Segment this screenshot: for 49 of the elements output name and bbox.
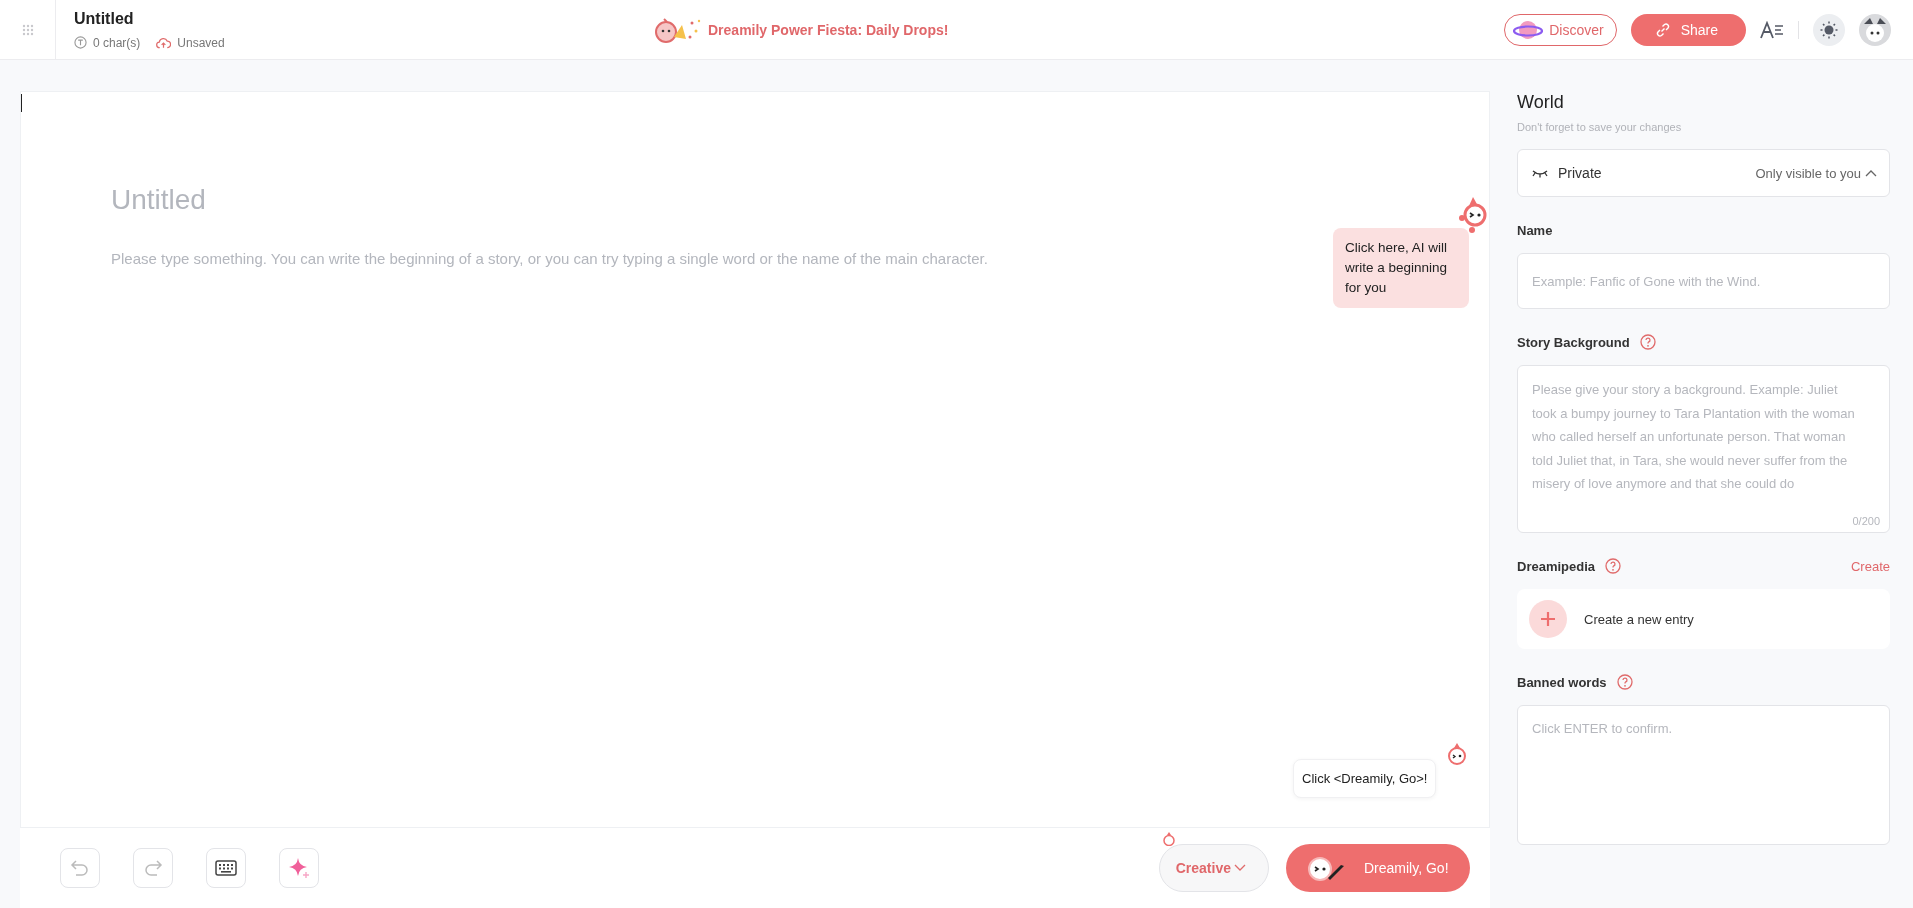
chevron-down-icon: [1234, 864, 1246, 872]
visibility-label: Private: [1558, 165, 1602, 181]
character-counter: 0/200: [1852, 515, 1880, 527]
visibility-dropdown[interactable]: Private Only visible to you: [1517, 149, 1890, 197]
cloud-icon: [156, 36, 172, 49]
name-field[interactable]: Example: Fanfic of Gone with the Wind.: [1517, 253, 1890, 309]
sparkle-icon: [288, 857, 310, 879]
sun-icon: [1820, 20, 1838, 39]
promo-link[interactable]: Dreamily Power Fiesta: Daily Drops!: [708, 22, 949, 38]
mascot-icon: [1446, 742, 1468, 766]
link-icon: [1654, 21, 1671, 38]
visibility-hint: Only visible to you: [1755, 165, 1861, 181]
document-title[interactable]: Untitled: [74, 9, 225, 28]
redo-button[interactable]: [133, 848, 173, 888]
go-tip-bubble: Click <Dreamily, Go>!: [1293, 759, 1437, 798]
undo-button[interactable]: [60, 848, 100, 888]
banned-words-field[interactable]: Click ENTER to confirm.: [1517, 705, 1890, 845]
panel-title: World: [1517, 92, 1565, 113]
panel-subtitle: Don't forget to save your changes: [1517, 121, 1683, 133]
char-count: 0 char(s): [93, 35, 141, 50]
story-background-label: Story Background: [1517, 334, 1630, 350]
mascot-icon: [1161, 831, 1176, 846]
create-link[interactable]: Create: [1850, 558, 1890, 574]
dreamipedia-label: Dreamipedia: [1517, 558, 1596, 574]
name-label: Name: [1517, 222, 1553, 238]
help-icon[interactable]: [1605, 558, 1622, 574]
apps-grid-icon[interactable]: [21, 23, 34, 36]
banned-words-label: Banned words: [1517, 674, 1607, 690]
redo-icon: [143, 859, 163, 877]
new-entry-card[interactable]: Create a new entry: [1517, 589, 1890, 649]
save-status: Unsaved: [177, 35, 225, 50]
help-icon[interactable]: [1616, 674, 1633, 690]
text-count-icon: [74, 36, 87, 49]
keyboard-icon: [215, 860, 237, 876]
help-icon[interactable]: [1639, 334, 1656, 350]
keyboard-button[interactable]: [206, 848, 246, 888]
discover-button[interactable]: Discover: [1504, 13, 1617, 46]
closed-eye-icon: [1532, 168, 1548, 178]
undo-icon: [70, 859, 90, 877]
share-button[interactable]: Share: [1630, 13, 1746, 46]
mode-dropdown[interactable]: Creative: [1158, 844, 1269, 892]
light-mode-button[interactable]: [1813, 13, 1845, 46]
sparkle-button[interactable]: [279, 848, 319, 888]
plus-icon: [1529, 600, 1567, 638]
new-entry-label: Create a new entry: [1584, 611, 1694, 627]
ai-tip-bubble[interactable]: Click here, AI will write a beginning for you: [1333, 228, 1469, 308]
user-avatar[interactable]: [1859, 13, 1891, 46]
font-settings-icon[interactable]: [1760, 20, 1784, 39]
dreamily-go-button[interactable]: Dreamily, Go!: [1286, 844, 1470, 892]
